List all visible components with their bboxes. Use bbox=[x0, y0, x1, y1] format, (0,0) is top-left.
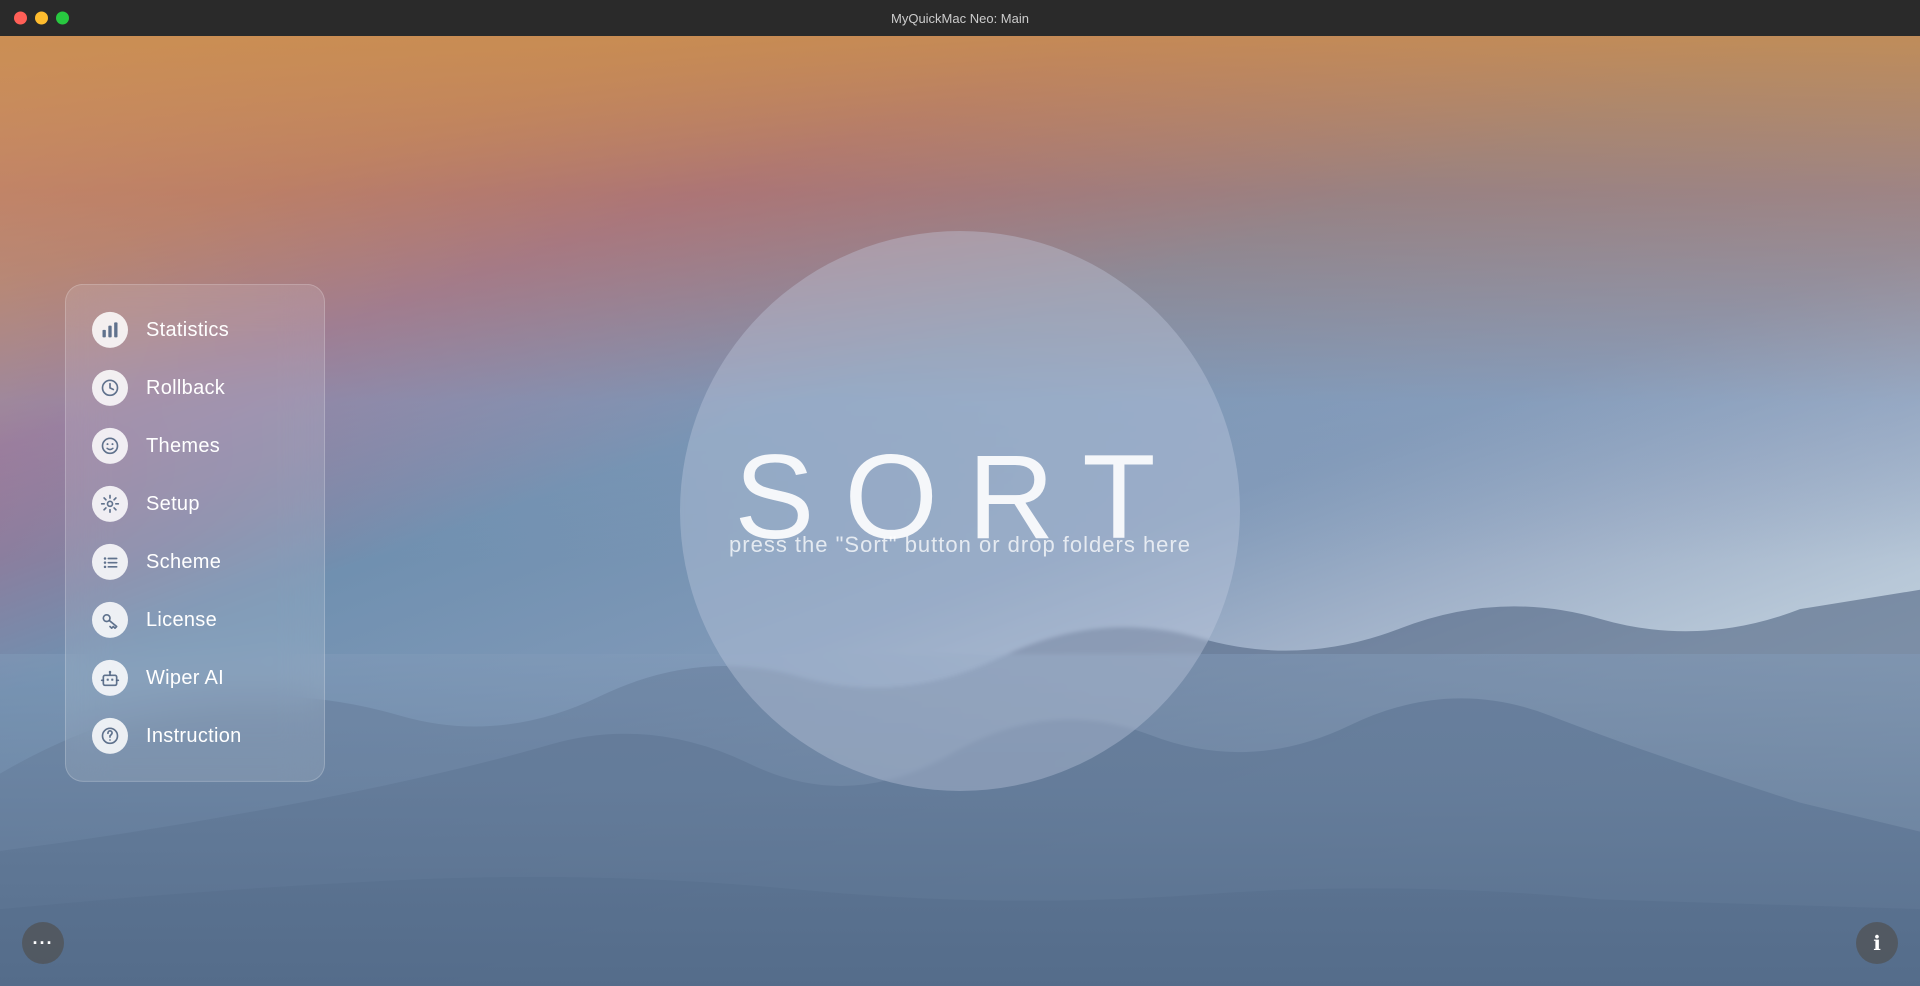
rollback-label: Rollback bbox=[146, 376, 225, 399]
license-label: License bbox=[146, 608, 217, 631]
minimize-button[interactable] bbox=[35, 12, 48, 25]
question-icon bbox=[92, 718, 128, 754]
list-icon bbox=[92, 544, 128, 580]
maximize-button[interactable] bbox=[56, 12, 69, 25]
statistics-label: Statistics bbox=[146, 318, 229, 341]
themes-label: Themes bbox=[146, 434, 220, 457]
sidebar-item-license[interactable]: License bbox=[74, 591, 316, 649]
robot-icon bbox=[92, 660, 128, 696]
sidebar-menu: Statistics Rollback Themes bbox=[65, 284, 325, 782]
sidebar-item-instruction[interactable]: Instruction bbox=[74, 707, 316, 765]
info-icon: ℹ bbox=[1873, 931, 1881, 956]
scheme-label: Scheme bbox=[146, 550, 221, 573]
instruction-label: Instruction bbox=[146, 724, 242, 747]
more-options-button[interactable]: ··· bbox=[22, 922, 64, 964]
sidebar-item-themes[interactable]: Themes bbox=[74, 417, 316, 475]
traffic-lights[interactable] bbox=[14, 12, 69, 25]
info-button[interactable]: ℹ bbox=[1856, 922, 1898, 964]
sidebar-item-statistics[interactable]: Statistics bbox=[74, 301, 316, 359]
close-button[interactable] bbox=[14, 12, 27, 25]
bar-chart-icon bbox=[92, 312, 128, 348]
sidebar-item-wiper-ai[interactable]: Wiper AI bbox=[74, 649, 316, 707]
key-icon bbox=[92, 602, 128, 638]
smiley-icon bbox=[92, 428, 128, 464]
clock-icon bbox=[92, 370, 128, 406]
setup-label: Setup bbox=[146, 492, 200, 515]
title-bar: MyQuickMac Neo: Main bbox=[0, 0, 1920, 36]
gear-icon bbox=[92, 486, 128, 522]
sidebar-item-setup[interactable]: Setup bbox=[74, 475, 316, 533]
window-title: MyQuickMac Neo: Main bbox=[891, 11, 1029, 26]
sort-subtitle: press the "Sort" button or drop folders … bbox=[729, 532, 1191, 558]
sidebar-item-rollback[interactable]: Rollback bbox=[74, 359, 316, 417]
wiper-ai-label: Wiper AI bbox=[146, 666, 224, 689]
more-options-icon: ··· bbox=[33, 933, 54, 954]
sidebar-item-scheme[interactable]: Scheme bbox=[74, 533, 316, 591]
